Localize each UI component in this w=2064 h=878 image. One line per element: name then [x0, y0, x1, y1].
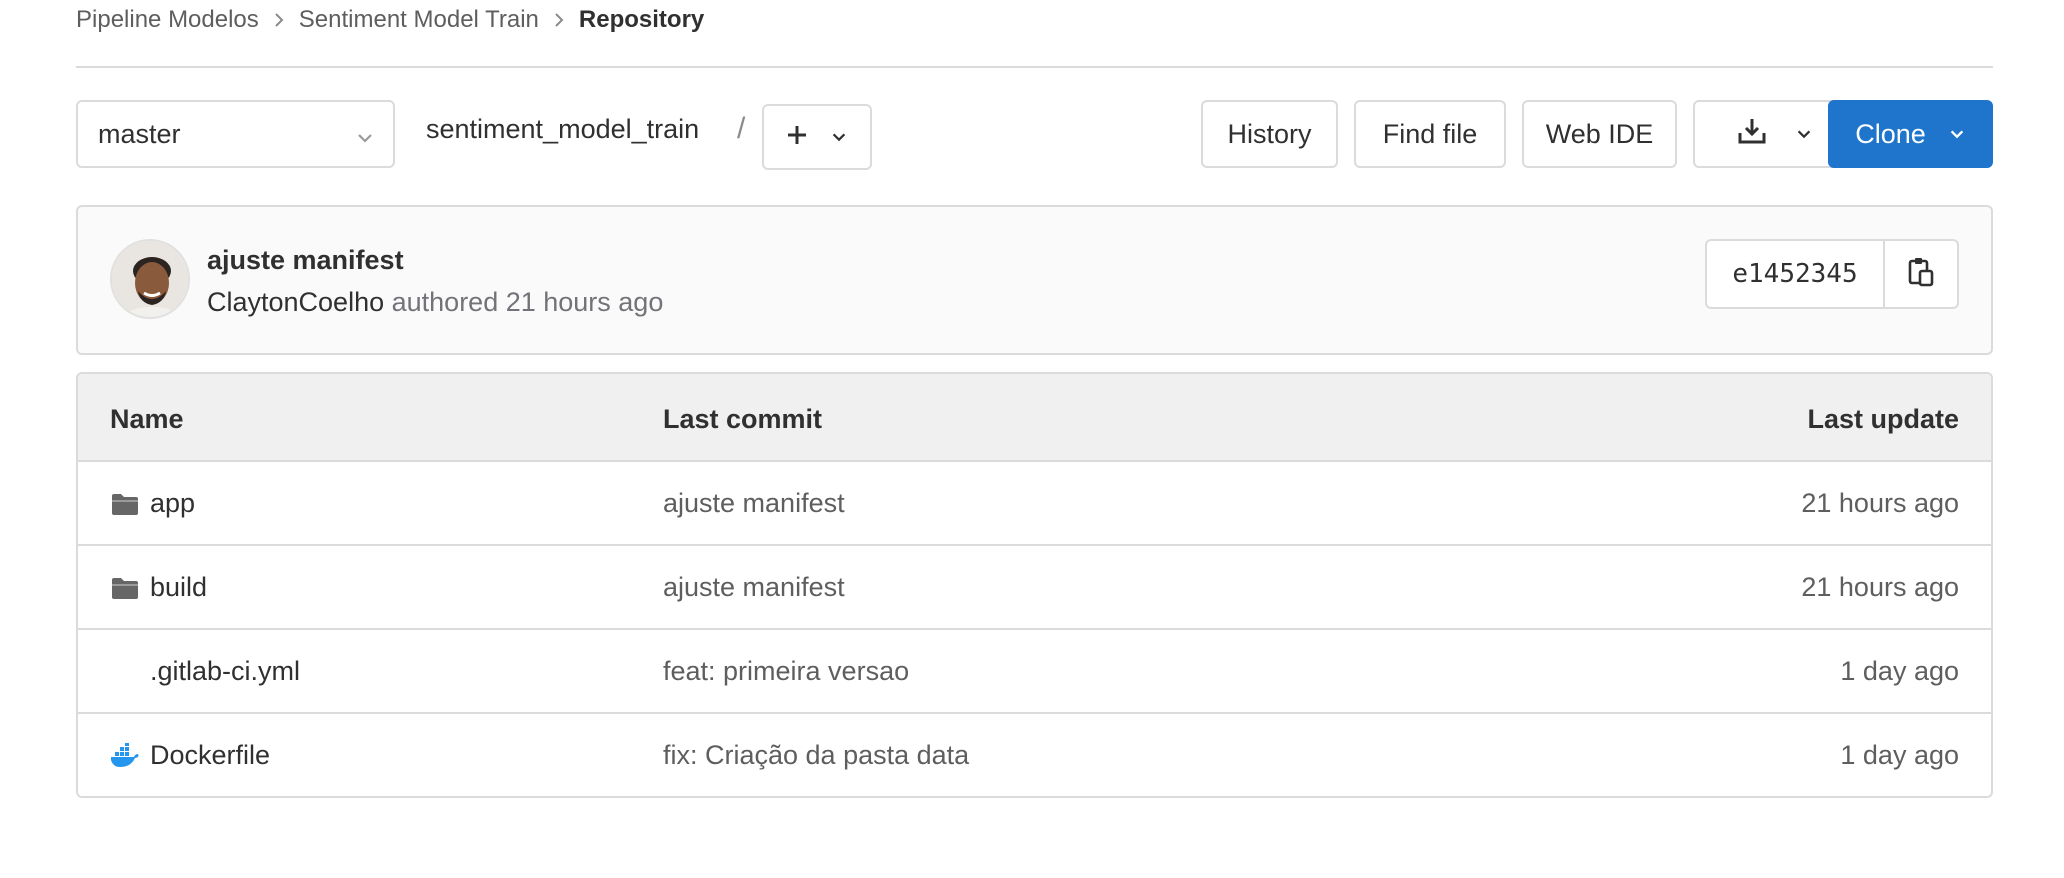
- breadcrumb: Pipeline Modelos Sentiment Model Train R…: [76, 0, 704, 40]
- last-update-time: 1 day ago: [1840, 740, 1959, 770]
- column-header-name: Name: [110, 404, 184, 434]
- branch-selector[interactable]: master: [76, 100, 395, 168]
- clone-dropdown-button[interactable]: Clone: [1828, 100, 1993, 168]
- table-header: Name Last commit Last update: [78, 374, 1991, 462]
- commit-sha-group: e1452345: [1705, 239, 1959, 309]
- branch-name: master: [98, 118, 181, 149]
- avatar[interactable]: [110, 239, 190, 319]
- commit-author-link[interactable]: ClaytonCoelho: [207, 287, 384, 317]
- table-row[interactable]: app ajuste manifest 21 hours ago: [78, 462, 1991, 546]
- file-name-link[interactable]: build: [150, 572, 207, 603]
- commit-time: authored 21 hours ago: [391, 287, 664, 317]
- column-header-last-update: Last update: [1807, 404, 1959, 434]
- last-update-time: 1 day ago: [1840, 656, 1959, 686]
- chevron-down-icon: [1948, 119, 1966, 150]
- chevron-down-icon: [1795, 119, 1813, 150]
- table-row[interactable]: build ajuste manifest 21 hours ago: [78, 546, 1991, 630]
- commit-title-link[interactable]: ajuste manifest: [207, 245, 404, 276]
- chevron-down-icon: [830, 122, 848, 153]
- find-file-button[interactable]: Find file: [1354, 100, 1506, 168]
- commit-meta: ClaytonCoelho authored 21 hours ago: [207, 287, 663, 318]
- file-name-link[interactable]: Dockerfile: [150, 740, 270, 771]
- breadcrumb-item-group[interactable]: Pipeline Modelos: [76, 6, 259, 34]
- web-ide-button[interactable]: Web IDE: [1522, 100, 1677, 168]
- commit-message-link[interactable]: fix: Criação da pasta data: [663, 740, 969, 771]
- breadcrumb-current: Repository: [578, 6, 705, 33]
- copy-sha-button[interactable]: [1885, 241, 1957, 307]
- commit-message-link[interactable]: ajuste manifest: [663, 572, 845, 603]
- chevron-down-icon: [355, 124, 375, 155]
- add-file-dropdown[interactable]: [762, 104, 872, 170]
- clone-label: Clone: [1855, 118, 1926, 149]
- folder-icon: [110, 573, 140, 603]
- divider: [76, 66, 1993, 68]
- file-icon: [110, 657, 140, 687]
- chevron-right-icon: [273, 11, 285, 29]
- table-row[interactable]: Dockerfile fix: Criação da pasta data 1 …: [78, 714, 1991, 796]
- path-separator: /: [737, 112, 746, 145]
- commit-message-link[interactable]: feat: primeira versao: [663, 656, 909, 687]
- file-name-link[interactable]: app: [150, 488, 195, 519]
- last-update-time: 21 hours ago: [1801, 572, 1959, 602]
- table-row[interactable]: .gitlab-ci.yml feat: primeira versao 1 d…: [78, 630, 1991, 714]
- plus-icon: [786, 122, 808, 153]
- last-commit-panel: ajuste manifest ClaytonCoelho authored 2…: [76, 205, 1993, 355]
- docker-icon: [110, 741, 140, 771]
- folder-icon: [110, 489, 140, 519]
- chevron-right-icon: [553, 11, 565, 29]
- copy-icon: [1906, 256, 1936, 293]
- repository-toolbar: master sentiment_model_train / History F…: [76, 100, 1993, 170]
- commit-message-link[interactable]: ajuste manifest: [663, 488, 845, 519]
- column-header-last-commit: Last commit: [663, 404, 823, 434]
- breadcrumb-item-project[interactable]: Sentiment Model Train: [299, 6, 539, 34]
- commit-sha-label[interactable]: e1452345: [1707, 241, 1885, 307]
- file-tree-table: Name Last commit Last update app ajuste …: [76, 372, 1993, 798]
- download-icon: [1737, 116, 1767, 153]
- repository-root-link[interactable]: sentiment_model_train: [426, 114, 699, 145]
- file-name-link[interactable]: .gitlab-ci.yml: [150, 656, 300, 687]
- last-update-time: 21 hours ago: [1801, 488, 1959, 518]
- history-button[interactable]: History: [1201, 100, 1338, 168]
